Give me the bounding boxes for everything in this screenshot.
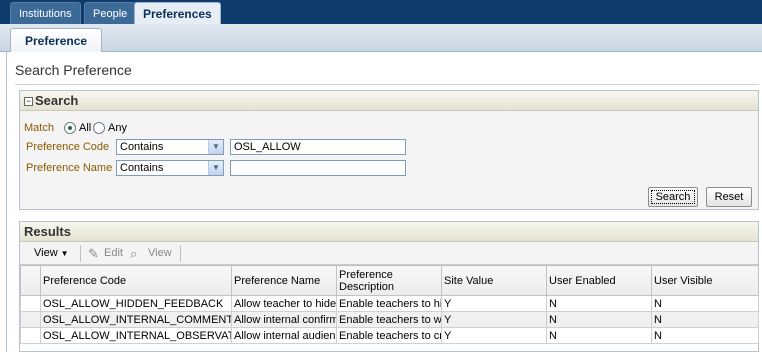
cell-preference-description: Enable teachers to cr (336, 327, 442, 344)
cell-user-enabled: N (546, 311, 652, 328)
cell-site-value: Y (441, 311, 547, 328)
search-panel-header[interactable]: − Search (20, 91, 758, 111)
column-header-preference-name[interactable]: Preference Name (231, 265, 337, 296)
preference-code-label: Preference Code (26, 141, 110, 153)
search-button[interactable]: Search (648, 187, 698, 207)
preference-code-operator-select[interactable]: Contains ▼ (116, 139, 224, 155)
tab-institutions[interactable]: Institutions (10, 2, 81, 24)
preference-name-operator-select[interactable]: Contains ▼ (116, 160, 224, 176)
preference-name-input[interactable] (230, 160, 406, 176)
view-menu-button[interactable]: View ▼ (34, 245, 69, 262)
view-menu-label: View (34, 247, 58, 259)
row-selector[interactable] (20, 311, 41, 328)
cell-site-value: Y (441, 327, 547, 344)
match-any-radio[interactable] (93, 122, 105, 134)
cell-user-visible: N (651, 327, 759, 344)
preference-name-label: Preference Name (26, 162, 113, 174)
column-header-site-value[interactable]: Site Value (441, 265, 547, 296)
row-selector[interactable] (20, 327, 41, 344)
results-toolbar: View ▼ ✎ Edit ⌕ View (20, 242, 758, 265)
match-all-label[interactable]: All (79, 122, 91, 134)
binoculars-icon: ⌕ (130, 246, 138, 261)
cell-preference-code: OSL_ALLOW_INTERNAL_OBSERVATIONS (40, 327, 232, 344)
results-panel-header: Results (20, 222, 758, 242)
table-row[interactable]: OSL_ALLOW_INTERNAL_OBSERVATIONS Allow in… (20, 327, 759, 344)
column-header-selector (20, 265, 41, 296)
edit-button[interactable]: Edit (104, 245, 123, 262)
cell-preference-name: Allow internal confirm (231, 311, 337, 328)
cell-user-enabled: N (546, 327, 652, 344)
collapse-icon[interactable]: − (24, 97, 33, 106)
column-header-preference-code[interactable]: Preference Code (40, 265, 232, 296)
match-all-radio[interactable] (64, 122, 76, 134)
column-header-preference-description[interactable]: Preference Description (336, 265, 442, 296)
results-table: Preference Code Preference Name Preferen… (20, 265, 759, 344)
preference-code-input[interactable]: OSL_ALLOW (230, 139, 406, 155)
top-tab-bar: Institutions People Preferences (0, 0, 762, 25)
cell-preference-description: Enable teachers to wr (336, 311, 442, 328)
row-selector[interactable] (20, 295, 41, 312)
table-row[interactable]: OSL_ALLOW_HIDDEN_FEEDBACK Allow teacher … (20, 295, 759, 312)
table-header-row: Preference Code Preference Name Preferen… (20, 265, 759, 296)
view-button[interactable]: View (148, 245, 172, 262)
preference-name-operator-value: Contains (120, 162, 164, 174)
page-title: Search Preference (15, 62, 132, 78)
cell-preference-description: Enable teachers to hi (336, 295, 442, 312)
cell-site-value: Y (441, 295, 547, 312)
match-label: Match (24, 122, 54, 134)
cell-user-visible: N (651, 311, 759, 328)
title-divider (15, 84, 759, 85)
edit-icon: ✎ (88, 246, 99, 261)
toolbar-divider (180, 245, 181, 262)
cell-user-enabled: N (546, 295, 652, 312)
tab-people[interactable]: People (84, 2, 137, 24)
cell-user-visible: N (651, 295, 759, 312)
column-header-user-enabled[interactable]: User Enabled (546, 265, 652, 296)
results-panel: Results View ▼ ✎ Edit ⌕ View Preference … (19, 221, 759, 352)
subtab-preference[interactable]: Preference (10, 28, 103, 52)
caret-down-icon: ▼ (60, 249, 69, 258)
toolbar-divider (80, 245, 81, 262)
cell-preference-code: OSL_ALLOW_HIDDEN_FEEDBACK (40, 295, 232, 312)
column-header-user-visible[interactable]: User Visible (651, 265, 759, 296)
tab-preferences[interactable]: Preferences (134, 2, 221, 25)
cell-preference-name: Allow teacher to hide (231, 295, 337, 312)
chevron-down-icon[interactable]: ▼ (208, 161, 223, 175)
content-area: Search Preference − Search Match All Any … (6, 52, 762, 352)
chevron-down-icon[interactable]: ▼ (208, 140, 223, 154)
cell-preference-name: Allow internal audienc (231, 327, 337, 344)
search-panel-title: Search (35, 93, 79, 108)
match-any-label[interactable]: Any (108, 122, 127, 134)
sub-tab-bar: Preference (0, 24, 762, 52)
reset-button[interactable]: Reset (706, 187, 752, 207)
search-panel: − Search Match All Any Preference Code Co… (19, 90, 759, 210)
cell-preference-code: OSL_ALLOW_INTERNAL_COMMENTS (40, 311, 232, 328)
preference-code-operator-value: Contains (120, 141, 164, 153)
table-row[interactable]: OSL_ALLOW_INTERNAL_COMMENTS Allow intern… (20, 311, 759, 328)
